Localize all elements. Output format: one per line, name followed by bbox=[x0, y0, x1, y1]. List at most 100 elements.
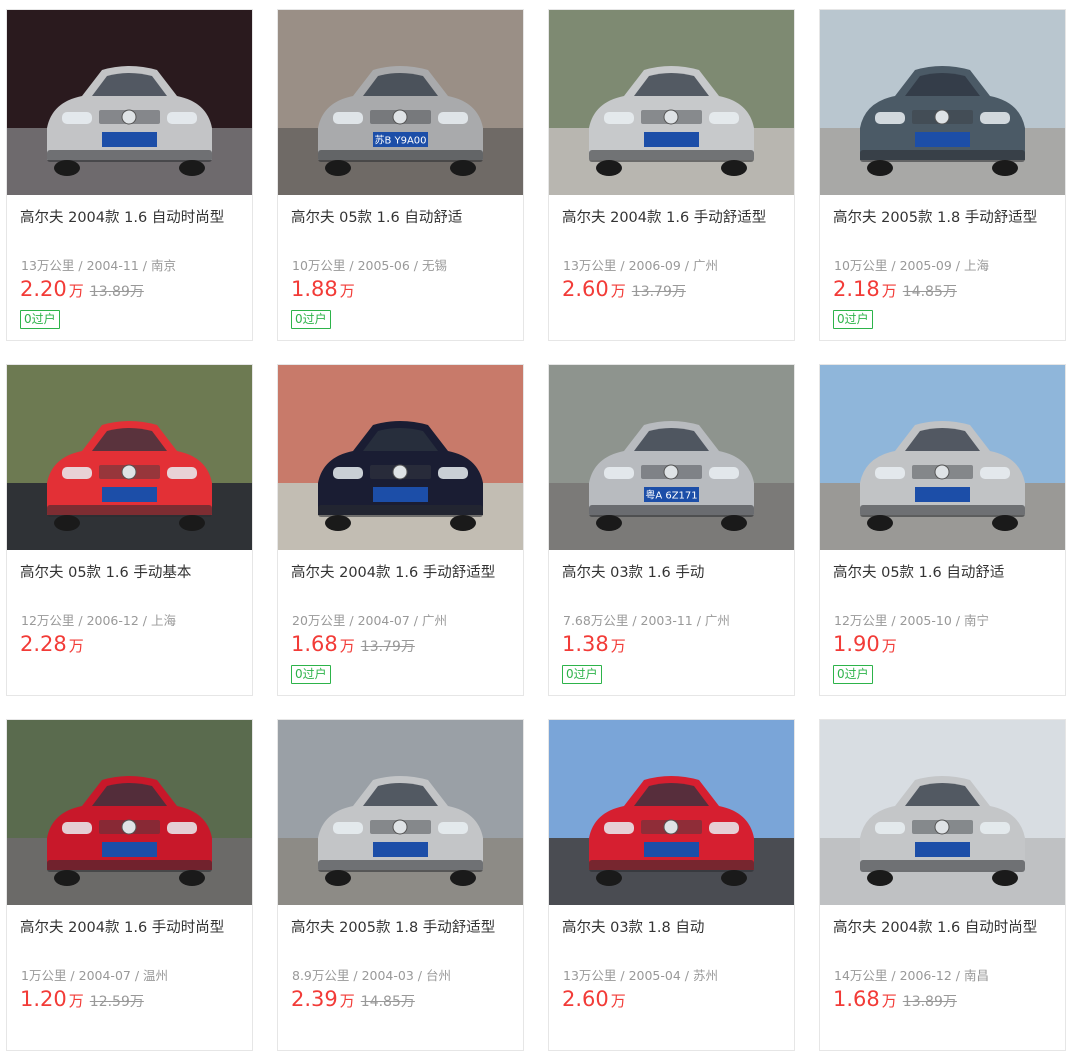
price-row: 1.20 万 12.59万 bbox=[20, 987, 144, 1011]
listing-meta: 12万公里 / 2006-12 / 上海 bbox=[21, 610, 249, 629]
listing-card[interactable]: 粤A 6Z171 高尔夫 03款 1.6 手动 7.68万公里 / 2003-11 … bbox=[548, 364, 795, 696]
meta-separator: / bbox=[616, 968, 629, 983]
meta-separator: / bbox=[887, 258, 900, 273]
listing-meta: 12万公里 / 2005-10 / 南宁 bbox=[834, 610, 1062, 629]
car-photo[interactable] bbox=[278, 720, 523, 905]
listing-title[interactable]: 高尔夫 03款 1.6 手动 bbox=[562, 561, 790, 582]
register-date: 2004-03 bbox=[361, 968, 414, 983]
listing-title[interactable]: 高尔夫 2004款 1.6 手动舒适型 bbox=[562, 206, 790, 227]
register-date: 2005-10 bbox=[899, 613, 952, 628]
car-photo[interactable] bbox=[820, 10, 1065, 195]
car-photo[interactable] bbox=[549, 720, 794, 905]
car-photo[interactable] bbox=[549, 10, 794, 195]
listing-title[interactable]: 高尔夫 2005款 1.8 手动舒适型 bbox=[291, 916, 519, 937]
listing-card[interactable]: 高尔夫 2004款 1.6 自动时尚型 13万公里 / 2004-11 / 南京 2… bbox=[6, 9, 253, 341]
price-unit: 万 bbox=[881, 282, 897, 300]
car-photo[interactable] bbox=[7, 720, 252, 905]
register-date: 2005-09 bbox=[899, 258, 952, 273]
listing-meta: 13万公里 / 2006-09 / 广州 bbox=[563, 255, 791, 274]
price-unit: 万 bbox=[68, 637, 84, 655]
listing-card[interactable]: 高尔夫 2004款 1.6 手动舒适型 13万公里 / 2006-09 / 广州 2… bbox=[548, 9, 795, 341]
price-unit: 万 bbox=[610, 637, 626, 655]
city: 南昌 bbox=[963, 968, 989, 983]
listing-card[interactable]: 苏B Y9A00 高尔夫 05款 1.6 自动舒适 10万公里 / 2005-06 … bbox=[277, 9, 524, 341]
price-unit: 万 bbox=[339, 637, 355, 655]
meta-separator: / bbox=[413, 968, 426, 983]
original-price: 14.85万 bbox=[360, 994, 415, 1010]
mileage: 1万公里 bbox=[21, 968, 67, 983]
original-price: 13.79万 bbox=[631, 284, 686, 300]
listing-title[interactable]: 高尔夫 2004款 1.6 手动时尚型 bbox=[20, 916, 248, 937]
car-photo[interactable] bbox=[7, 10, 252, 195]
meta-separator: / bbox=[887, 613, 900, 628]
register-date: 2004-07 bbox=[78, 968, 131, 983]
meta-separator: / bbox=[74, 613, 87, 628]
listing-card[interactable]: 高尔夫 2005款 1.8 手动舒适型 10万公里 / 2005-09 / 上海 2… bbox=[819, 9, 1066, 341]
listing-title[interactable]: 高尔夫 2005款 1.8 手动舒适型 bbox=[833, 206, 1061, 227]
price-unit: 万 bbox=[610, 282, 626, 300]
price-row: 1.68 万 13.89万 bbox=[833, 987, 957, 1011]
price-unit: 万 bbox=[881, 637, 897, 655]
meta-separator: / bbox=[138, 258, 151, 273]
price-row: 1.38 万 bbox=[562, 632, 626, 656]
city: 苏州 bbox=[692, 968, 718, 983]
city: 上海 bbox=[150, 613, 176, 628]
listing-meta: 7.68万公里 / 2003-11 / 广州 bbox=[563, 610, 791, 629]
original-price: 12.59万 bbox=[89, 994, 144, 1010]
transfer-badge: 0过户 bbox=[833, 310, 873, 329]
register-date: 2004-11 bbox=[86, 258, 139, 273]
meta-separator: / bbox=[692, 613, 705, 628]
listing-meta: 13万公里 / 2004-11 / 南京 bbox=[21, 255, 249, 274]
price-unit: 万 bbox=[339, 992, 355, 1010]
meta-separator: / bbox=[409, 613, 422, 628]
listing-meta: 1万公里 / 2004-07 / 温州 bbox=[21, 965, 249, 984]
listing-meta: 10万公里 / 2005-09 / 上海 bbox=[834, 255, 1062, 274]
transfer-badge: 0过户 bbox=[291, 310, 331, 329]
price-row: 2.18 万 14.85万 bbox=[833, 277, 957, 301]
mileage: 7.68万公里 bbox=[563, 613, 629, 628]
price: 1.88 bbox=[291, 277, 338, 301]
listing-card[interactable]: 高尔夫 2004款 1.6 手动舒适型 20万公里 / 2004-07 / 广州 1… bbox=[277, 364, 524, 696]
city: 台州 bbox=[425, 968, 451, 983]
listing-title[interactable]: 高尔夫 2004款 1.6 手动舒适型 bbox=[291, 561, 519, 582]
mileage: 10万公里 bbox=[292, 258, 346, 273]
city: 南京 bbox=[150, 258, 176, 273]
mileage: 12万公里 bbox=[834, 613, 888, 628]
city: 上海 bbox=[963, 258, 989, 273]
listing-title[interactable]: 高尔夫 05款 1.6 手动基本 bbox=[20, 561, 248, 582]
price-row: 2.60 万 13.79万 bbox=[562, 277, 686, 301]
listing-card[interactable]: 高尔夫 05款 1.6 手动基本 12万公里 / 2006-12 / 上海 2.28… bbox=[6, 364, 253, 696]
mileage: 12万公里 bbox=[21, 613, 75, 628]
city: 广州 bbox=[421, 613, 447, 628]
original-price: 14.85万 bbox=[902, 284, 957, 300]
listing-meta: 8.9万公里 / 2004-03 / 台州 bbox=[292, 965, 520, 984]
listing-title[interactable]: 高尔夫 2004款 1.6 自动时尚型 bbox=[833, 916, 1061, 937]
listing-title[interactable]: 高尔夫 05款 1.6 自动舒适 bbox=[291, 206, 519, 227]
listing-card[interactable]: 高尔夫 05款 1.6 自动舒适 12万公里 / 2005-10 / 南宁 1.90… bbox=[819, 364, 1066, 696]
listing-card[interactable]: 高尔夫 2005款 1.8 手动舒适型 8.9万公里 / 2004-03 / 台州… bbox=[277, 719, 524, 1051]
mileage: 13万公里 bbox=[21, 258, 75, 273]
car-photo[interactable] bbox=[820, 365, 1065, 550]
car-photo[interactable]: 苏B Y9A00 bbox=[278, 10, 523, 195]
listing-title[interactable]: 高尔夫 2004款 1.6 自动时尚型 bbox=[20, 206, 248, 227]
price: 1.68 bbox=[833, 987, 880, 1011]
register-date: 2005-06 bbox=[357, 258, 410, 273]
price: 2.18 bbox=[833, 277, 880, 301]
meta-separator: / bbox=[951, 258, 964, 273]
car-photo[interactable] bbox=[278, 365, 523, 550]
price-row: 1.88 万 bbox=[291, 277, 355, 301]
car-photo[interactable] bbox=[7, 365, 252, 550]
listing-title[interactable]: 高尔夫 03款 1.8 自动 bbox=[562, 916, 790, 937]
price-row: 2.60 万 bbox=[562, 987, 626, 1011]
listing-card[interactable]: 高尔夫 2004款 1.6 手动时尚型 1万公里 / 2004-07 / 温州 1.… bbox=[6, 719, 253, 1051]
car-photo[interactable]: 粤A 6Z171 bbox=[549, 365, 794, 550]
car-photo[interactable] bbox=[820, 720, 1065, 905]
mileage: 10万公里 bbox=[834, 258, 888, 273]
listing-grid: 高尔夫 2004款 1.6 自动时尚型 13万公里 / 2004-11 / 南京 2… bbox=[0, 0, 1080, 1062]
listing-title[interactable]: 高尔夫 05款 1.6 自动舒适 bbox=[833, 561, 1061, 582]
listing-card[interactable]: 高尔夫 2004款 1.6 自动时尚型 14万公里 / 2006-12 / 南昌 1… bbox=[819, 719, 1066, 1051]
register-date: 2005-04 bbox=[628, 968, 681, 983]
register-date: 2006-12 bbox=[86, 613, 139, 628]
mileage: 20万公里 bbox=[292, 613, 346, 628]
listing-card[interactable]: 高尔夫 03款 1.8 自动 13万公里 / 2005-04 / 苏州 2.60 万 bbox=[548, 719, 795, 1051]
